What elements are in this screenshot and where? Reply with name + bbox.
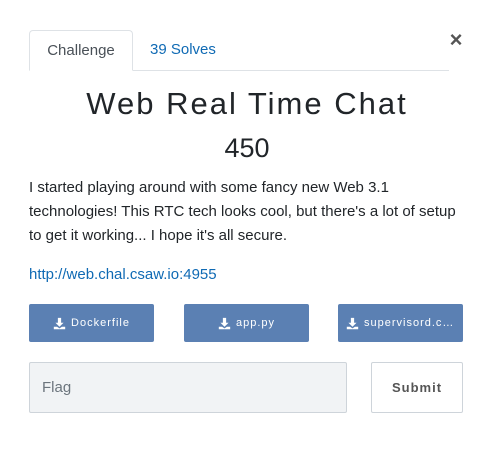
tab-bar: Challenge 39 Solves	[29, 30, 449, 71]
close-icon[interactable]: ×	[446, 28, 466, 52]
download-icon	[53, 317, 66, 330]
challenge-link[interactable]: http://web.chal.csaw.io:4955	[29, 264, 217, 286]
tab-challenge[interactable]: Challenge	[29, 30, 133, 71]
file-label: app.py	[235, 317, 276, 329]
file-label: supervisord.conf	[364, 317, 455, 329]
file-download-app-py[interactable]: app.py	[184, 304, 309, 342]
challenge-modal: Challenge 39 Solves × Web Real Time Chat…	[0, 0, 494, 462]
tab-solves[interactable]: 39 Solves	[134, 30, 232, 71]
challenge-points: 450	[224, 133, 270, 163]
flag-input[interactable]	[29, 362, 347, 413]
download-icon	[218, 317, 231, 330]
challenge-title: Web Real Time Chat	[86, 86, 408, 121]
challenge-description: I started playing around with some fancy…	[29, 179, 456, 244]
submit-button[interactable]: Submit	[371, 362, 463, 413]
file-download-supervisord[interactable]: supervisord.conf	[338, 304, 463, 342]
file-download-dockerfile[interactable]: Dockerfile	[29, 304, 154, 342]
download-icon	[346, 317, 359, 330]
file-label: Dockerfile	[71, 317, 130, 329]
